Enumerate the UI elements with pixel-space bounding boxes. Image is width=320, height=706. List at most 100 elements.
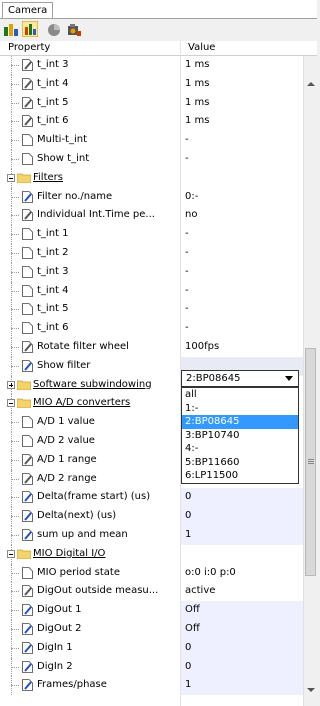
scrollbar-thumb[interactable] — [305, 348, 316, 576]
property-row[interactable]: Rotate filter wheel 100fps — [0, 337, 303, 357]
property-name: MIO Digital I/O — [33, 547, 106, 559]
property-row[interactable]: t_int 2 - — [0, 243, 303, 263]
property-name: DigIn 1 — [37, 641, 73, 653]
property-value[interactable]: 1 ms — [180, 56, 303, 75]
editable-property-icon — [22, 529, 33, 541]
property-value[interactable]: 1 — [180, 676, 303, 696]
readonly-property-icon — [22, 134, 33, 147]
show-filter-combobox[interactable]: 2:BP08645 — [181, 370, 299, 387]
property-name: t_int 3 — [37, 265, 69, 277]
property-row[interactable]: DigIn 2 0 — [0, 657, 303, 677]
editable-property-icon — [22, 491, 33, 504]
editable-property-icon — [22, 77, 33, 90]
pie-icon[interactable] — [46, 21, 62, 37]
property-name: t_int 5 — [37, 96, 69, 108]
property-value[interactable]: - — [180, 282, 303, 301]
tree-line — [11, 83, 19, 85]
property-value[interactable]: 0 — [180, 657, 303, 677]
scroll-down-arrow-icon[interactable] — [307, 688, 315, 692]
property-value[interactable]: - — [180, 244, 303, 263]
property-value[interactable]: - — [180, 263, 303, 282]
editable-property-icon — [22, 190, 33, 203]
property-row[interactable]: t_int 3 1 ms — [0, 56, 303, 75]
property-value[interactable]: - — [180, 225, 303, 244]
property-value[interactable]: 1 — [180, 525, 303, 545]
property-value[interactable]: 0 — [180, 507, 303, 526]
property-value[interactable]: - — [180, 300, 303, 319]
property-value[interactable]: 0 — [180, 488, 303, 508]
editable-property-icon — [22, 115, 33, 128]
camera-settings-icon[interactable] — [66, 21, 82, 37]
grip-line — [308, 459, 314, 460]
collapse-icon[interactable] — [7, 549, 15, 558]
property-name: Frames/phase — [37, 679, 107, 691]
property-row[interactable]: Multi-t_int - — [0, 131, 303, 150]
property-row[interactable]: t_int 1 - — [0, 225, 303, 244]
sort-categorized-icon[interactable] — [3, 21, 19, 37]
property-row[interactable]: t_int 6 - — [0, 319, 303, 338]
property-row[interactable]: Delta(next) (us) 0 — [0, 507, 303, 526]
tree-line — [11, 215, 19, 217]
tab-camera[interactable]: Camera — [2, 2, 54, 18]
property-value[interactable]: - — [180, 150, 303, 169]
property-value[interactable]: - — [180, 319, 303, 338]
tree-line — [11, 346, 19, 348]
collapse-icon[interactable] — [7, 173, 15, 182]
property-value[interactable]: no — [180, 206, 303, 225]
dropdown-option[interactable]: 2:BP08645 — [182, 415, 298, 429]
expand-icon[interactable] — [7, 380, 15, 389]
dropdown-option[interactable]: 1:- — [182, 402, 298, 416]
dropdown-option[interactable]: 3:BP10740 — [182, 429, 298, 443]
category-row[interactable]: MIO Digital I/O — [0, 544, 303, 564]
tree-line — [11, 647, 19, 649]
tree-line — [11, 121, 19, 123]
tree-line — [11, 158, 19, 160]
property-value[interactable]: 100fps — [180, 338, 303, 357]
column-header-value[interactable]: Value — [180, 41, 308, 55]
dropdown-option[interactable]: all — [182, 388, 298, 402]
property-value[interactable]: 1 ms — [180, 75, 303, 94]
property-row[interactable]: Filter no./name 0:- — [0, 187, 303, 207]
property-row[interactable]: t_int 5 1 ms — [0, 93, 303, 113]
property-row[interactable]: MIO period state o:0 i:0 p:0 — [0, 563, 303, 583]
property-row[interactable]: Frames/phase 1 — [0, 676, 303, 696]
property-row[interactable]: DigOut 1 Off — [0, 601, 303, 620]
property-row[interactable]: t_int 3 - — [0, 262, 303, 282]
property-value[interactable]: 1 ms — [180, 112, 303, 131]
property-row[interactable]: Delta(frame start) (us) 0 — [0, 488, 303, 508]
editable-property-icon — [22, 472, 33, 485]
scroll-up-arrow-icon[interactable] — [307, 82, 315, 86]
property-name: Rotate filter wheel — [37, 340, 129, 352]
property-value[interactable]: - — [180, 131, 303, 150]
property-value[interactable]: Off — [180, 619, 303, 639]
folder-icon — [17, 549, 31, 559]
property-value[interactable]: 0 — [180, 638, 303, 658]
category-row[interactable]: Filters — [0, 168, 303, 188]
sort-alphabetical-icon[interactable] — [22, 21, 38, 37]
property-row[interactable]: t_int 4 1 ms — [0, 74, 303, 94]
property-row[interactable]: Show t_int - — [0, 149, 303, 169]
property-name: DigOut 2 — [37, 622, 82, 634]
folder-icon — [17, 173, 31, 183]
property-row[interactable]: Individual Int.Time pe... no — [0, 206, 303, 226]
property-value[interactable]: active — [180, 582, 303, 601]
dropdown-option[interactable]: 4:- — [182, 442, 298, 456]
property-row[interactable]: sum up and mean 1 — [0, 525, 303, 545]
property-value[interactable]: o:0 i:0 p:0 — [180, 564, 303, 583]
property-row[interactable]: DigIn 1 0 — [0, 638, 303, 658]
dropdown-arrow-icon[interactable] — [285, 376, 293, 381]
property-value[interactable]: 0:- — [180, 188, 303, 207]
property-row[interactable]: t_int 4 - — [0, 281, 303, 301]
dropdown-option[interactable]: 6:LP11500 — [182, 469, 298, 483]
property-row[interactable]: DigOut 2 Off — [0, 619, 303, 639]
collapse-icon[interactable] — [7, 399, 15, 408]
property-row[interactable]: t_int 5 - — [0, 300, 303, 320]
property-value[interactable]: 1 ms — [180, 94, 303, 113]
column-header-property[interactable]: Property — [0, 41, 180, 55]
vertical-scrollbar[interactable] — [303, 56, 318, 706]
property-value[interactable]: Off — [180, 601, 303, 620]
editable-property-icon — [22, 585, 33, 598]
property-row[interactable]: t_int 6 1 ms — [0, 112, 303, 132]
dropdown-option[interactable]: 5:BP11660 — [182, 456, 298, 470]
property-row[interactable]: DigOut outside measu... active — [0, 582, 303, 602]
